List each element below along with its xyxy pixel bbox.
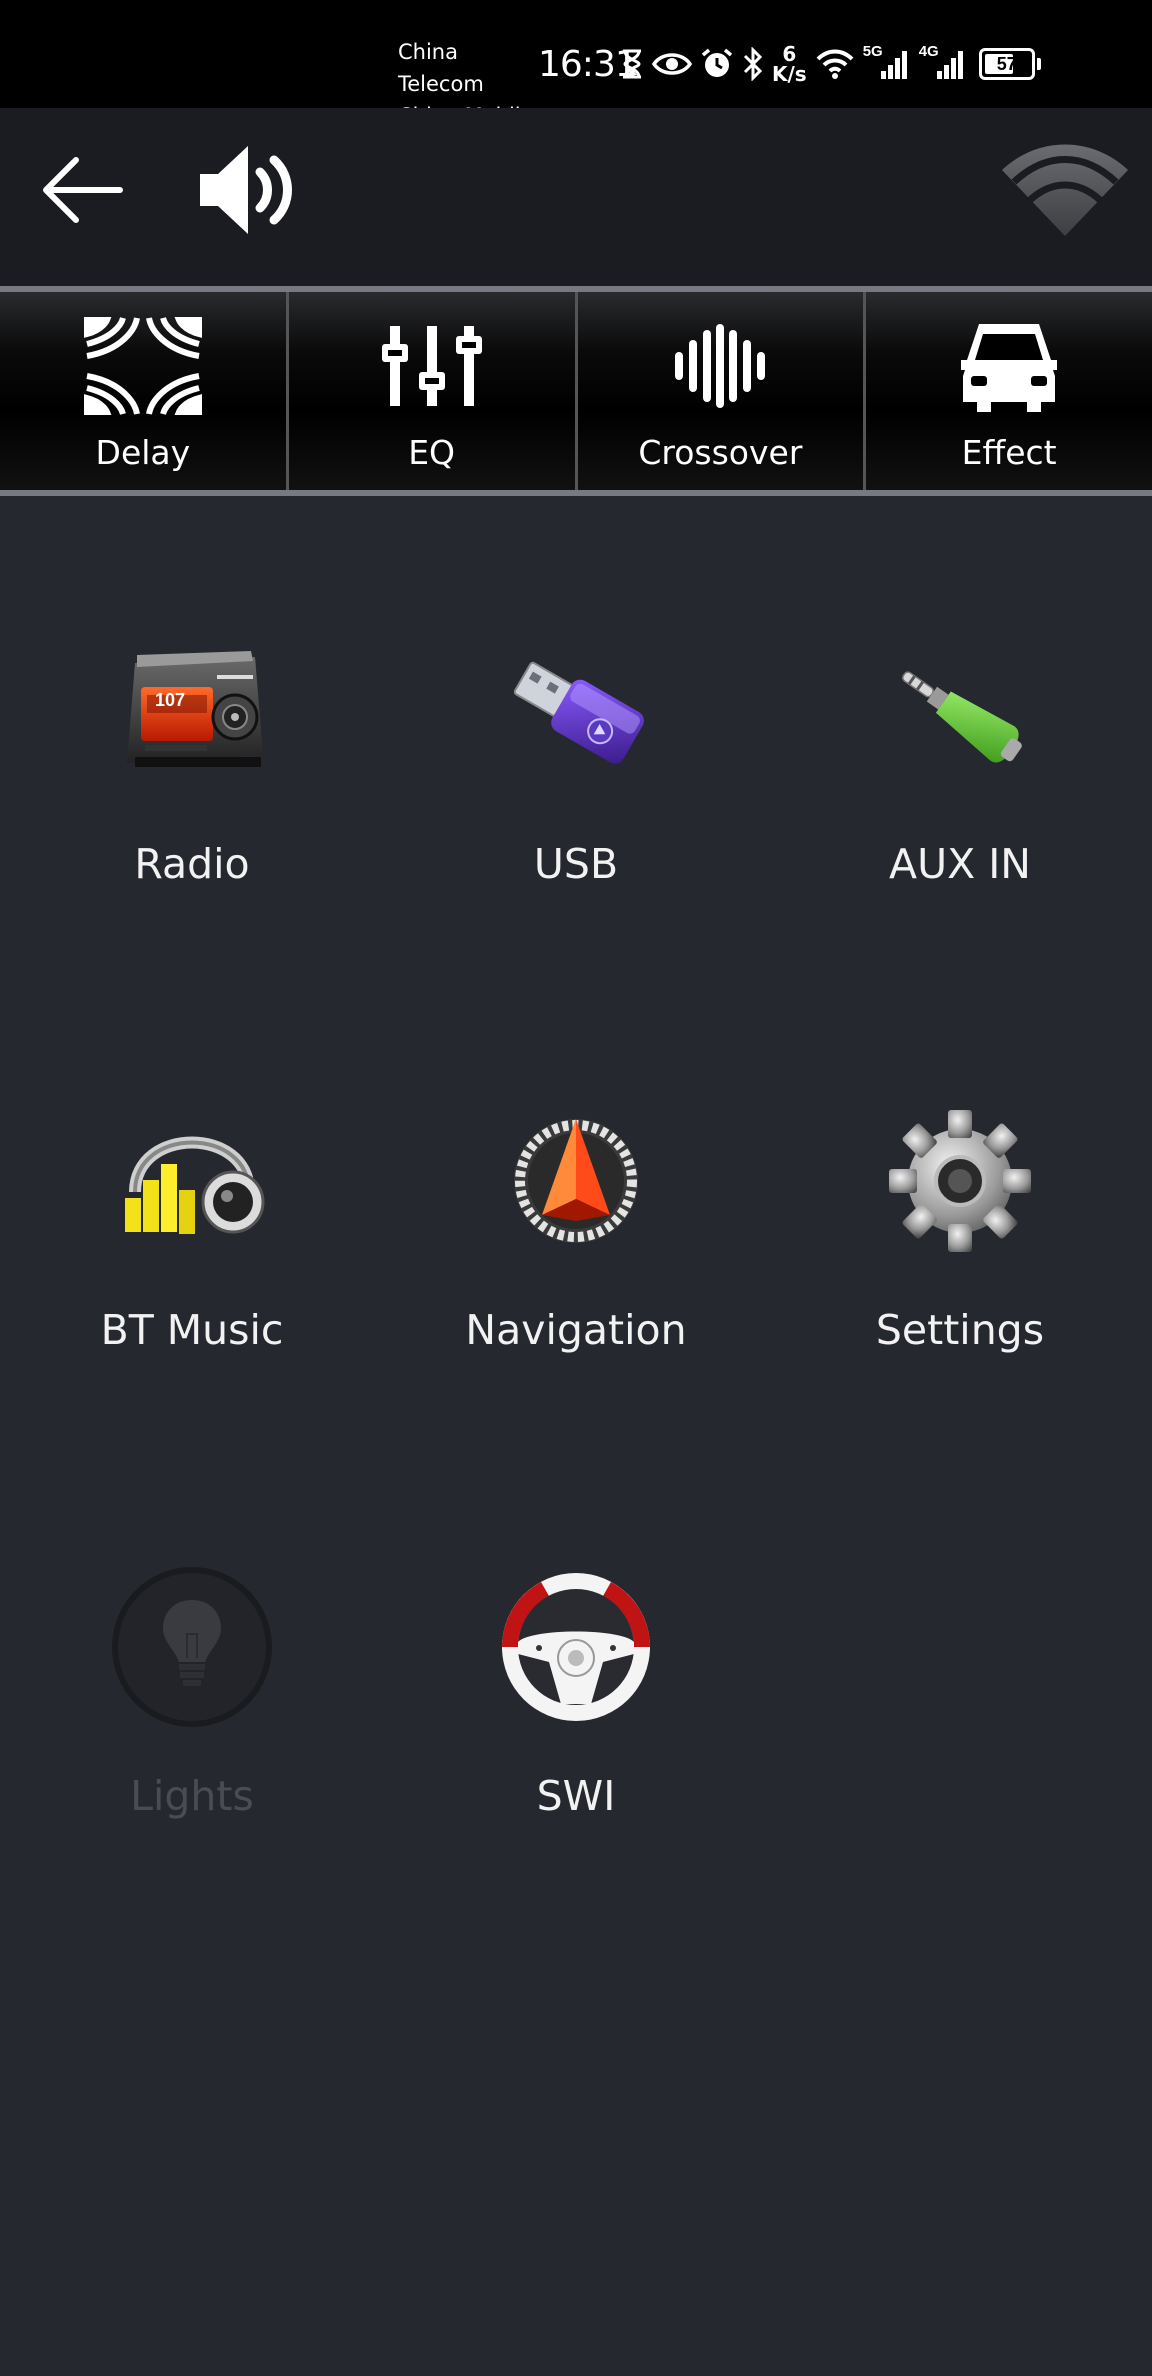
delay-icon (81, 314, 205, 418)
tab-crossover[interactable]: Crossover (577, 292, 867, 490)
app-usb[interactable]: USB (384, 630, 768, 960)
gear-icon (875, 1096, 1045, 1266)
light-bulb-icon (107, 1562, 277, 1732)
app-label: Radio (134, 840, 250, 888)
app-label: SWI (536, 1772, 616, 1820)
wifi-icon (1002, 144, 1128, 236)
audio-tabs: Delay EQ Crossover Effect (0, 292, 1152, 490)
app-label: BT Music (100, 1306, 284, 1354)
network-speed: 6 K/s (772, 44, 807, 84)
network-speed-value: 6 (782, 42, 797, 66)
app-label: USB (533, 840, 619, 888)
top-bar (0, 108, 1152, 286)
app-aux-in[interactable]: AUX IN (768, 630, 1152, 960)
compass-icon (491, 1096, 661, 1266)
steering-wheel-icon (491, 1562, 661, 1732)
back-button[interactable] (38, 150, 128, 230)
tab-label: Crossover (638, 433, 803, 472)
status-bar: China Telecom China Mobile 16:31 6 K/s (0, 0, 1152, 128)
app-radio[interactable]: 107 Radio (0, 630, 384, 960)
app-label: Settings (875, 1306, 1045, 1354)
battery-icon: 57 (978, 48, 1041, 80)
app-bt-music[interactable]: BT Music (0, 1096, 384, 1426)
tab-label: Effect (961, 433, 1057, 472)
speaker-icon (200, 146, 292, 234)
wifi-status-icon (816, 49, 854, 79)
app-swi[interactable]: SWI (384, 1562, 768, 1892)
app-lights[interactable]: Lights (0, 1562, 384, 1892)
bluetooth-icon (743, 47, 763, 81)
car-icon (957, 314, 1061, 418)
usb-drive-icon (491, 630, 661, 800)
app-navigation[interactable]: Navigation (384, 1096, 768, 1426)
alarm-icon (701, 48, 733, 77)
equalizer-sliders-icon (380, 314, 484, 418)
tab-delay[interactable]: Delay (0, 292, 289, 490)
radio-icon: 107 (107, 630, 277, 800)
app-settings[interactable]: Settings (768, 1096, 1152, 1426)
wifi-button[interactable] (1000, 140, 1130, 240)
signal-4g-icon: 4G (919, 43, 967, 81)
carrier-1: China Telecom (398, 40, 484, 96)
tab-eq[interactable]: EQ (288, 292, 578, 490)
app-label: Lights (130, 1772, 254, 1820)
status-icons: 6 K/s 5G 4G 57 (620, 43, 1041, 84)
aux-plug-icon (875, 630, 1045, 800)
radio-display-text: 107 (154, 689, 186, 710)
headphones-icon (107, 1096, 277, 1266)
signal-5g-icon: 5G (863, 43, 911, 81)
hourglass-icon (623, 49, 641, 79)
crossover-waveform-icon (673, 314, 767, 418)
volume-button[interactable] (196, 138, 300, 242)
app-label: Navigation (465, 1306, 687, 1354)
tab-label: EQ (408, 433, 456, 472)
tabs-divider (0, 490, 1152, 496)
tab-label: Delay (95, 433, 191, 472)
battery-level: 57 (996, 54, 1017, 74)
eye-icon (652, 53, 692, 75)
arrow-left-icon (43, 157, 123, 223)
app-label: AUX IN (889, 840, 1031, 888)
tab-effect[interactable]: Effect (866, 292, 1152, 490)
network-speed-unit: K/s (772, 62, 807, 86)
